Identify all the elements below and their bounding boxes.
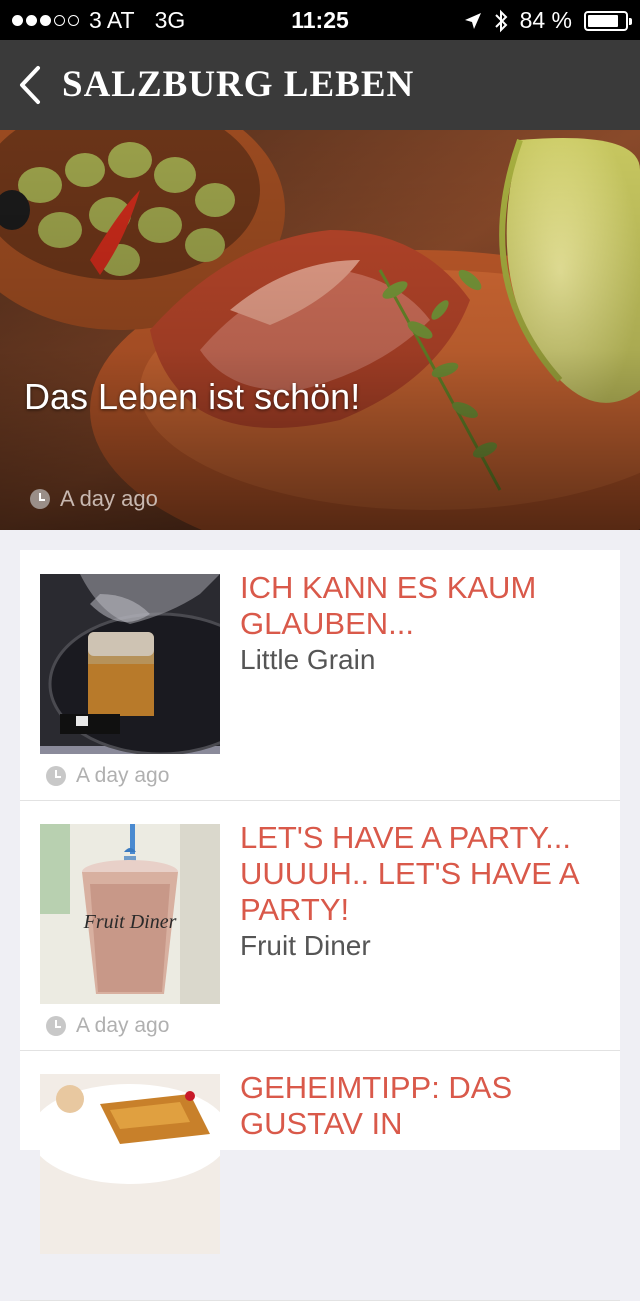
chevron-left-icon[interactable] <box>16 64 46 106</box>
list-item[interactable]: ICH KANN ES KAUM GLAUBEN... Little Grain… <box>20 550 620 801</box>
list-item[interactable]: GEHEIMTIPP: DAS GUSTAV IN <box>20 1050 620 1301</box>
navigation-bar: SALZBURG LEBEN <box>0 40 640 130</box>
article-thumbnail: Fruit Diner <box>40 824 220 1004</box>
article-list: ICH KANN ES KAUM GLAUBEN... Little Grain… <box>20 550 620 1301</box>
article-title-block: LET'S HAVE A PARTY... UUUUH.. LET'S HAVE… <box>240 820 610 964</box>
battery-tip <box>629 17 632 25</box>
battery-percent: 84 % <box>519 7 572 33</box>
list-item[interactable]: Fruit Diner LET'S HAVE A PARTY... UUUUH.… <box>20 800 620 1051</box>
hero-image <box>0 130 640 530</box>
page-title: SALZBURG LEBEN <box>62 64 415 105</box>
clock-icon <box>30 489 50 509</box>
article-subtitle: Little Grain <box>240 644 376 675</box>
cup-logo-text: Fruit Diner <box>83 911 177 933</box>
article-timestamp: A day ago <box>46 1014 169 1038</box>
article-timestamp: A day ago <box>46 764 169 788</box>
article-subtitle: Fruit Diner <box>240 930 371 961</box>
clock-icon <box>46 1016 66 1036</box>
status-bar: 3 AT 3G 11:25 84 % <box>0 0 640 40</box>
article-title-block: ICH KANN ES KAUM GLAUBEN... Little Grain <box>240 570 610 678</box>
article-title: GEHEIMTIPP: DAS GUSTAV IN <box>240 1070 513 1141</box>
article-title: ICH KANN ES KAUM GLAUBEN... <box>240 570 537 641</box>
article-time-text: A day ago <box>76 1014 170 1037</box>
hero-timestamp: A day ago <box>30 486 158 512</box>
article-title: LET'S HAVE A PARTY... UUUUH.. LET'S HAVE… <box>240 820 578 927</box>
battery-icon <box>584 10 632 31</box>
location-arrow-icon <box>464 12 481 29</box>
bluetooth-icon <box>494 9 507 32</box>
article-title-block: GEHEIMTIPP: DAS GUSTAV IN <box>240 1070 610 1142</box>
hero-title: Das Leben ist schön! <box>24 376 361 417</box>
article-thumbnail <box>40 1074 220 1254</box>
article-time-text: A day ago <box>76 764 170 787</box>
article-thumbnail <box>40 574 220 754</box>
battery-fill <box>588 14 619 27</box>
clock-icon <box>46 766 66 786</box>
hero-article[interactable]: Das Leben ist schön! A day ago <box>0 130 640 530</box>
status-right: 84 % <box>464 7 632 34</box>
hero-time-text: A day ago <box>60 486 158 511</box>
